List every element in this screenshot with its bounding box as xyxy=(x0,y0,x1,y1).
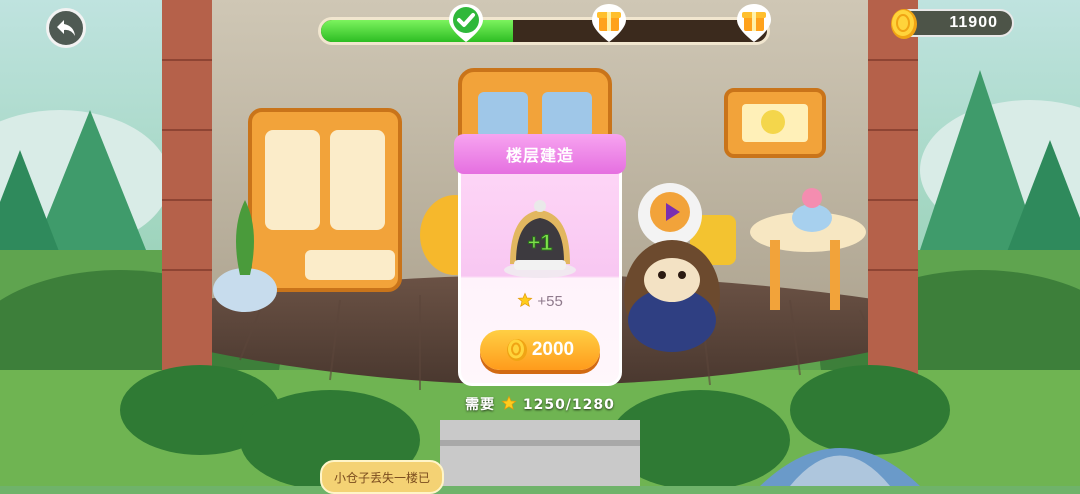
card-title-text: 楼层建造 xyxy=(505,146,574,165)
floor-bell-plus-one-icon: +1 xyxy=(504,200,576,278)
star-requirement: 需要 1250/1280 xyxy=(458,394,622,414)
require-value: 1250/1280 xyxy=(522,397,615,413)
task-tag[interactable]: 小仓子丢失一楼已 xyxy=(320,460,444,494)
build-price: 2000 xyxy=(531,339,575,360)
star-reward-value: +55 xyxy=(537,293,563,310)
coin-amount: 11900 xyxy=(949,14,998,31)
milestone-gift-box-icon-final[interactable] xyxy=(735,2,773,44)
item-badge: +1 xyxy=(527,230,552,255)
star-icon xyxy=(517,292,533,308)
milestone-gift-box-icon[interactable] xyxy=(590,2,628,44)
coin-icon xyxy=(506,339,527,361)
task-tag-text: 小仓子丢失一楼已 xyxy=(333,470,430,485)
require-label: 需要 xyxy=(465,397,496,413)
floor-progress-bar xyxy=(318,17,770,45)
gold-coin-icon xyxy=(891,9,917,39)
star-reward: +55 xyxy=(458,292,622,310)
floor-build-card: 楼层建造 +1 +55 2000 xyxy=(454,134,626,386)
back-button[interactable] xyxy=(46,8,86,48)
card-title: 楼层建造 xyxy=(454,134,626,174)
star-icon xyxy=(501,395,517,411)
milestone-checkmark-icon xyxy=(449,4,483,42)
back-arrow-icon xyxy=(57,20,75,36)
build-price-button[interactable]: 2000 xyxy=(480,330,600,370)
